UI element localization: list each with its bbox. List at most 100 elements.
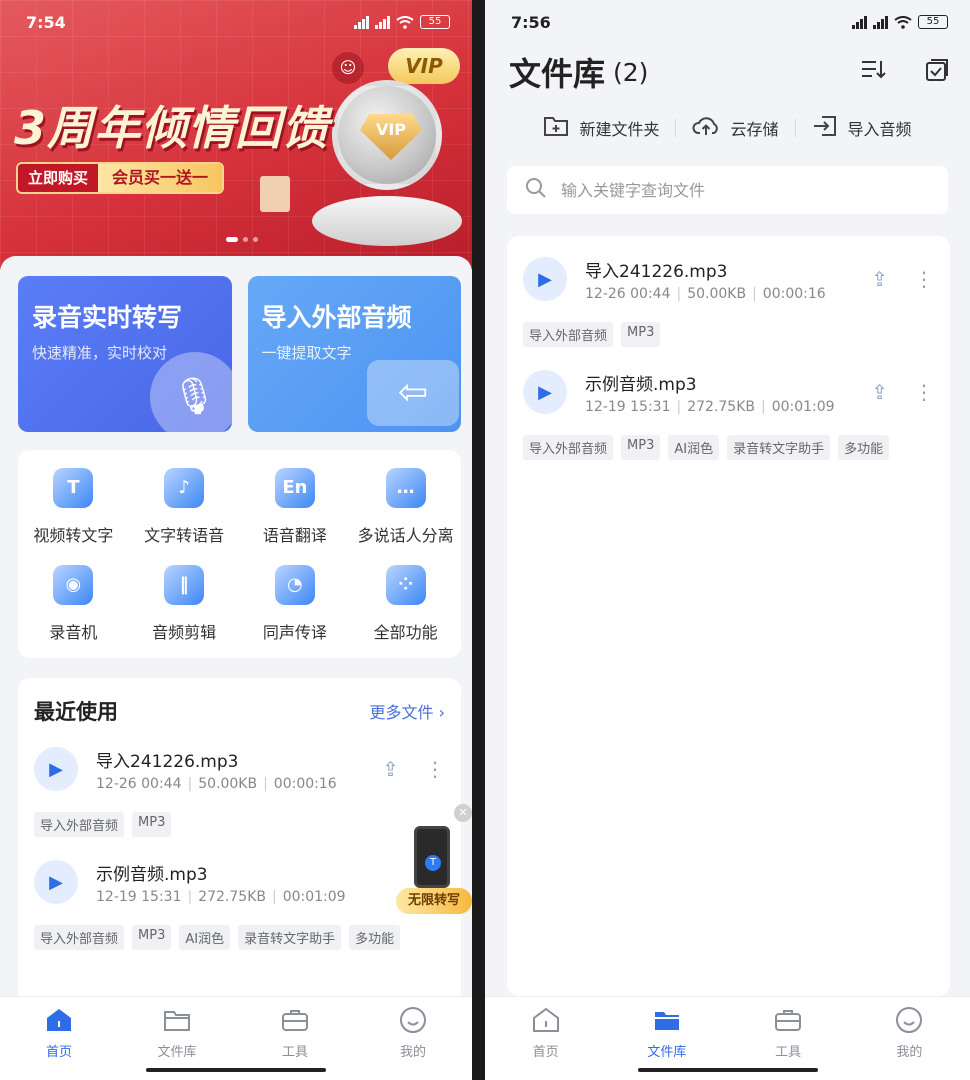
list-item[interactable]: ▶ 示例音频.mp3 12-19 15:31 | 272.75KB | 00:01:09… (18, 853, 461, 950)
tool-recorder[interactable]: ◉ 录音机 (18, 561, 129, 653)
file-tag: 导入外部音频 (523, 435, 614, 460)
page-header: 文件库 (2) (485, 44, 970, 100)
file-duration: 00:01:09 (771, 398, 835, 415)
sort-icon[interactable] (860, 58, 886, 86)
status-time: 7:54 (26, 12, 66, 32)
new-folder-icon (543, 115, 569, 141)
play-icon[interactable]: ▶ (34, 860, 78, 904)
tab-label: 文件库 (157, 1045, 197, 1060)
profile-icon (398, 1005, 428, 1035)
close-icon[interactable]: ✕ (454, 804, 472, 822)
file-duration: 00:01:09 (282, 888, 346, 905)
tool-audio-edit[interactable]: ‖ 音频剪辑 (129, 561, 240, 653)
tool-text-to-speech[interactable]: ♪ 文字转语音 (129, 464, 240, 556)
list-item[interactable]: ▶ 导入241226.mp3 12-26 00:44 | 50.00KB | 00:00… (507, 250, 950, 347)
more-files-link[interactable]: 更多文件 › (369, 699, 445, 723)
interpreter-icon: ◔ (274, 565, 315, 605)
tool-label: 同声传译 (262, 623, 327, 642)
profile-icon (894, 1005, 924, 1035)
file-tag: 导入外部音频 (34, 812, 125, 837)
action-label: 新建文件夹 (579, 120, 660, 139)
play-icon[interactable]: ▶ (34, 747, 78, 791)
search-input[interactable] (561, 180, 881, 200)
tab-label: 我的 (896, 1045, 923, 1060)
vip-badge[interactable]: VIP (388, 48, 460, 84)
file-duration: 00:00:16 (273, 775, 337, 792)
tool-label: 语音翻译 (262, 526, 327, 545)
gift-box-image (260, 176, 290, 212)
home-icon (44, 1005, 74, 1035)
list-item[interactable]: ▶ 示例音频.mp3 12-19 15:31 | 272.75KB | 00:01:09… (507, 363, 950, 460)
vip-medal-image: VIP (332, 80, 442, 190)
folder-icon (162, 1005, 192, 1035)
file-tag: 录音转文字助手 (727, 435, 831, 460)
file-date: 12-19 15:31 (96, 888, 182, 905)
home-indicator (637, 1068, 818, 1072)
tab-label: 首页 (45, 1045, 72, 1060)
file-name: 导入241226.mp3 (96, 751, 239, 772)
grid-icon: ⁘ (385, 565, 426, 605)
file-tag: 多功能 (349, 925, 401, 950)
play-icon[interactable]: ▶ (523, 370, 567, 414)
tool-label: 全部功能 (373, 623, 438, 642)
cloud-storage-button[interactable]: 云存储 (676, 115, 794, 141)
file-tag: 录音转文字助手 (238, 925, 342, 950)
tool-voice-translate[interactable]: En 语音翻译 (240, 464, 351, 556)
file-tag: MP3 (132, 812, 172, 837)
wifi-icon (894, 15, 912, 29)
share-icon[interactable]: ⇪ (871, 380, 888, 404)
import-audio-card[interactable]: 导入外部音频 一键提取文字 ⇦ (247, 276, 461, 432)
buy-now-button[interactable]: 立即购买 会员买一送一 (16, 162, 225, 194)
recorder-icon: ◉ (53, 565, 94, 605)
play-icon[interactable]: ▶ (523, 257, 567, 301)
share-icon[interactable]: ⇪ (382, 757, 399, 781)
file-tag: AI润色 (179, 925, 231, 950)
file-actions-bar: 新建文件夹 云存储 导入音频 (485, 108, 970, 148)
new-folder-button[interactable]: 新建文件夹 (527, 115, 675, 141)
file-tag: 导入外部音频 (34, 925, 125, 950)
carousel-indicator (226, 237, 258, 242)
file-count: (2) (613, 57, 649, 87)
tools-grid: T 视频转文字 ♪ 文字转语音 En 语音翻译 … 多说话人分离 ◉ 录音机 ‖ 音频剪辑 … (18, 450, 461, 658)
chevron-right-icon: › (438, 703, 445, 722)
file-tag: MP3 (132, 925, 172, 950)
file-name: 示例音频.mp3 (585, 374, 697, 395)
file-tag: 导入外部音频 (523, 322, 614, 347)
tab-home[interactable]: 首页 (485, 997, 606, 1080)
list-item[interactable]: ▶ 导入241226.mp3 12-26 00:44 | 50.00KB | 00:00… (18, 740, 461, 837)
file-size: 50.00KB (687, 285, 747, 302)
record-transcribe-card[interactable]: 录音实时转写 快速精准，实时校对 🎙 (18, 276, 232, 432)
tool-simultaneous-interpretation[interactable]: ◔ 同声传译 (240, 561, 351, 653)
tab-profile[interactable]: 我的 (354, 997, 472, 1080)
file-tag: MP3 (621, 435, 661, 460)
tab-home[interactable]: 首页 (0, 997, 118, 1080)
home-indicator (146, 1068, 326, 1072)
search-icon (525, 177, 547, 203)
import-audio-button[interactable]: 导入音频 (796, 115, 928, 141)
customer-service-icon[interactable]: ☺ (332, 52, 364, 84)
file-date: 12-26 00:44 (585, 285, 671, 302)
tool-video-to-text[interactable]: T 视频转文字 (18, 464, 129, 556)
more-options-icon[interactable]: ⋮ (425, 757, 445, 781)
multi-select-icon[interactable] (924, 58, 950, 86)
unlimited-transcribe-floating-ad[interactable]: ✕ T 无限转写 (396, 804, 472, 920)
microphone-icon: 🎙 (149, 352, 232, 432)
file-list: ▶ 导入241226.mp3 12-26 00:44 | 50.00KB | 00:00… (507, 236, 950, 996)
battery-icon: 55 (420, 15, 450, 29)
more-options-icon[interactable]: ⋮ (914, 380, 934, 404)
tab-profile[interactable]: 我的 (849, 997, 970, 1080)
action-label: 导入音频 (847, 120, 912, 139)
medal-label: VIP (360, 114, 422, 160)
file-name: 示例音频.mp3 (96, 864, 208, 885)
float-ad-caption: 无限转写 (396, 888, 472, 914)
file-size: 272.75KB (198, 888, 266, 905)
text-speech-icon: ♪ (164, 468, 205, 508)
tool-label: 视频转文字 (33, 526, 114, 545)
tool-speaker-separation[interactable]: … 多说话人分离 (350, 464, 461, 556)
speakers-icon: … (385, 468, 426, 508)
page-title: 文件库 (509, 55, 606, 93)
tool-all-features[interactable]: ⁘ 全部功能 (350, 561, 461, 653)
share-icon[interactable]: ⇪ (871, 267, 888, 291)
import-icon (812, 115, 838, 141)
more-options-icon[interactable]: ⋮ (914, 267, 934, 291)
